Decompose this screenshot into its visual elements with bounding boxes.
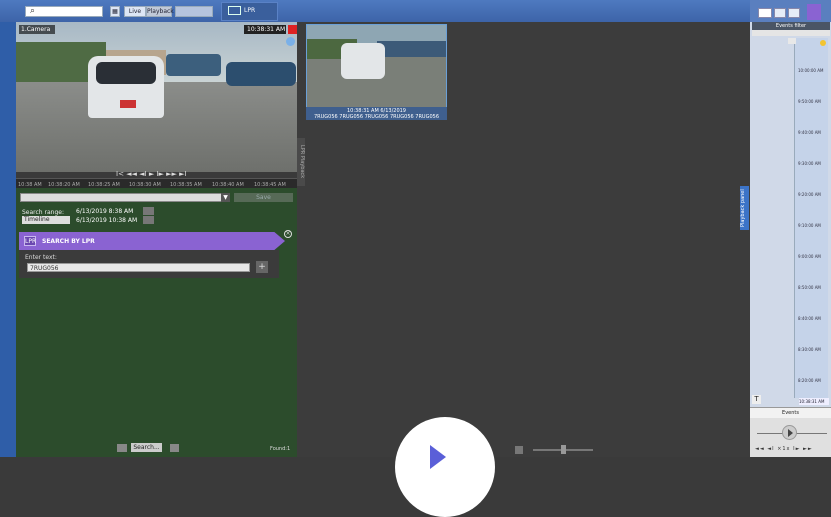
snapshot-suv: [341, 43, 385, 79]
snapshot-plates: 7RUG056 7RUG056 7RUG056 7RUG056 7RUG056: [313, 114, 440, 120]
layout-2-icon[interactable]: [774, 8, 786, 18]
playback-button[interactable]: Playback: [146, 6, 174, 17]
camera-time: 10:38:31 AM: [244, 25, 286, 34]
search-range-label: Search range:: [22, 209, 64, 216]
timeline-tick: 10:38:30 AM: [129, 182, 161, 188]
timeline-tick: 9:00:00 AM: [798, 254, 821, 259]
camera-select-icon[interactable]: [117, 444, 127, 452]
timeline-tick: 10:38:20 AM: [48, 182, 80, 188]
zoom-icon[interactable]: [515, 446, 523, 454]
lpr-snapshot[interactable]: [306, 24, 447, 120]
timeline-tick: 9:50:00 AM: [798, 99, 821, 104]
playback-controls[interactable]: I< ◄◄ ◄I ► I► ►► ►I: [116, 170, 196, 178]
range-mode-select[interactable]: Timeline: [22, 216, 70, 224]
camera-video[interactable]: [16, 22, 297, 172]
parked-truck: [166, 54, 221, 76]
timeline-tick: 10:38:40 AM: [212, 182, 244, 188]
zoom-slider-knob[interactable]: [561, 445, 566, 454]
timeline-tick: 10:00:00 AM: [798, 68, 824, 73]
layout-tab-icon: [228, 6, 241, 15]
found-count: Found:1: [270, 446, 291, 452]
event-dot-icon[interactable]: [820, 40, 826, 46]
event-color-filters[interactable]: [752, 30, 830, 36]
timeline-tick: 9:40:00 AM: [798, 130, 821, 135]
timeline-tick: 9:10:00 AM: [798, 223, 821, 228]
timeline-tick: 8:50:00 AM: [798, 285, 821, 290]
search-icon: ⌕: [30, 6, 36, 16]
tab-lpr-label: LPR: [244, 7, 256, 14]
timeline-tick: 10:38:25 AM: [88, 182, 120, 188]
enter-text-label: Enter text:: [25, 254, 57, 261]
panel-divider-tab[interactable]: LPR Playback: [297, 138, 305, 186]
timeline-tick: 8:30:00 AM: [798, 347, 821, 352]
plate-text-input[interactable]: 7RUG056: [27, 263, 250, 272]
left-stripe: [0, 22, 16, 457]
archive-toggle[interactable]: [175, 6, 213, 17]
playback-panel-tab[interactable]: Playback panel: [740, 186, 749, 230]
timeline-tick: 10:38 AM: [18, 182, 42, 188]
search-button[interactable]: Search...: [131, 443, 162, 452]
lpr-icon: LPR: [24, 236, 37, 246]
timeline-tick: 8:40:00 AM: [798, 316, 821, 321]
events-filter-header[interactable]: Events filter: [752, 22, 830, 30]
play-icon: [788, 429, 793, 437]
range-start-picker[interactable]: [143, 207, 154, 215]
layout-3-icon[interactable]: [788, 8, 800, 18]
filter-select[interactable]: [20, 193, 230, 202]
events-timeline[interactable]: [794, 38, 828, 398]
events-playback-controls[interactable]: ◄◄ ◄I ×1x I► ►►: [755, 446, 831, 452]
snapshot-cars: [377, 41, 446, 57]
timeline-tick: 10:38:45 AM: [254, 182, 286, 188]
timeline-marker[interactable]: [788, 38, 796, 44]
record-indicator-icon: [288, 25, 297, 34]
range-start[interactable]: 6/13/2019 8:38 AM: [76, 208, 133, 215]
timeline-tick: 8:20:00 AM: [798, 378, 821, 383]
timeline-tick: 10:38:35 AM: [170, 182, 202, 188]
info-icon[interactable]: [286, 37, 295, 46]
events-header[interactable]: Events: [750, 407, 831, 418]
suv-windshield: [96, 62, 156, 84]
search-panel: [16, 186, 297, 457]
layout-icon[interactable]: ▦: [110, 6, 120, 17]
range-end-picker[interactable]: [143, 216, 154, 224]
layout-1-icon[interactable]: [758, 8, 772, 18]
camera-name-label[interactable]: 1.Camera: [19, 25, 55, 34]
snapshot-caption: 10:38:31 AM 6/13/2019 7RUG056 7RUG056 7R…: [306, 107, 447, 120]
range-end[interactable]: 6/13/2019 10:38 AM: [76, 217, 137, 224]
export-icon[interactable]: [170, 444, 179, 452]
close-icon[interactable]: ×: [284, 230, 292, 238]
lpr-search-title: SEARCH BY LPR: [42, 238, 95, 245]
text-icon[interactable]: T: [752, 395, 761, 404]
license-plate: [120, 100, 136, 108]
plus-icon[interactable]: +: [256, 261, 268, 273]
timeline-tick: 9:30:00 AM: [798, 161, 821, 166]
extension-icon[interactable]: [807, 4, 821, 20]
play-icon[interactable]: [430, 445, 446, 469]
parked-car: [226, 62, 296, 86]
save-button[interactable]: Save: [234, 193, 293, 202]
timeline-tick: 9:20:00 AM: [798, 192, 821, 197]
live-button[interactable]: Live: [124, 6, 146, 17]
camera-timeline[interactable]: 10:38 AM 10:38:20 AM 10:38:25 AM 10:38:3…: [16, 178, 297, 188]
chevron-down-icon[interactable]: ▼: [221, 193, 230, 202]
timeline-now-label: 10:38:31 AM: [799, 398, 829, 405]
